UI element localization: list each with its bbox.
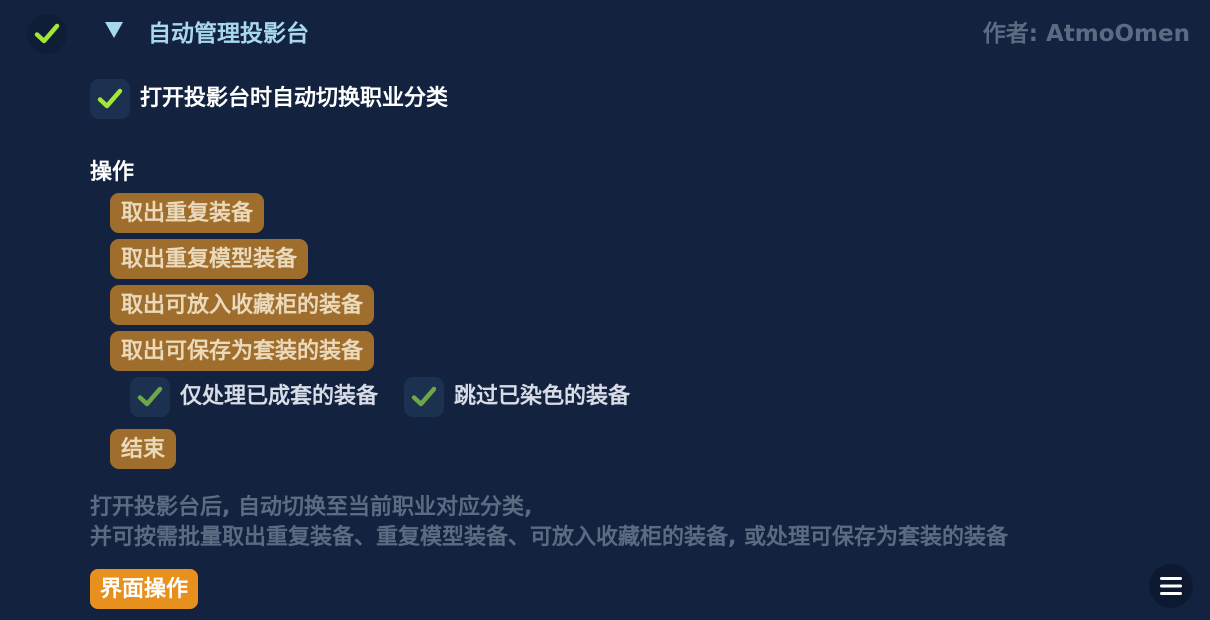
hamburger-menu-icon [1160,577,1182,595]
take-out-duplicate-model-gear-button[interactable]: 取出重复模型装备 [110,239,309,279]
only-complete-sets-label[interactable]: 仅处理已成套的装备 [180,381,378,413]
checkmark-icon [34,23,60,44]
take-out-cabinet-gear-button[interactable]: 取出可放入收藏柜的装备 [110,285,375,325]
description-line-2: 并可按需批量取出重复装备、重复模型装备、可放入收藏柜的装备, 或处理可保存为套装… [90,525,1009,550]
collapse-arrow-icon[interactable] [104,20,124,40]
auto-switch-label[interactable]: 打开投影台时自动切换职业分类 [140,83,448,115]
author-label: 作者: AtmoOmen [982,21,1190,47]
module-description: 打开投影台后, 自动切换至当前职业对应分类, 并可按需批量取出重复装备、重复模型… [90,493,1008,553]
auto-switch-checkbox[interactable] [90,79,130,119]
module-title[interactable]: 自动管理投影台 [148,18,309,50]
description-line-1: 打开投影台后, 自动切换至当前职业对应分类, [90,495,533,520]
skip-dyed-gear-checkbox[interactable] [404,377,444,417]
hamburger-menu-button[interactable] [1149,564,1193,608]
end-button[interactable]: 结束 [110,429,177,469]
module-enable-checkbox[interactable] [27,14,67,54]
checkmark-icon [411,386,437,407]
ui-operation-button[interactable]: 界面操作 [90,569,199,609]
skip-dyed-gear-label[interactable]: 跳过已染色的装备 [454,381,630,413]
only-complete-sets-checkbox[interactable] [130,377,170,417]
checkmark-icon [137,386,163,407]
take-out-duplicate-gear-button[interactable]: 取出重复装备 [110,193,265,233]
operations-heading: 操作 [90,160,135,185]
take-out-outfit-gear-button[interactable]: 取出可保存为套装的装备 [110,331,375,371]
checkmark-icon [97,88,123,109]
